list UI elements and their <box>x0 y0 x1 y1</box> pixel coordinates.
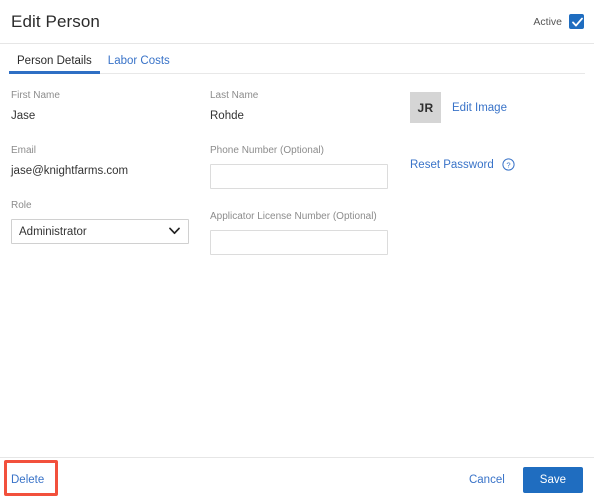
active-label: Active <box>533 15 562 28</box>
save-button[interactable]: Save <box>522 466 583 493</box>
active-checkbox[interactable] <box>569 14 584 29</box>
email-label: Email <box>11 145 37 156</box>
tab-person-details-label: Person Details <box>17 55 92 67</box>
field-email: Email jase@knightfarms.com <box>11 145 197 178</box>
tab-labor-costs[interactable]: Labor Costs <box>100 55 178 74</box>
applicator-license-label: Applicator License Number (Optional) <box>210 211 377 222</box>
form-column-middle: Last Name Rohde Phone Number (Optional) … <box>210 90 396 277</box>
avatar: JR <box>410 92 441 123</box>
dialog-body: First Name Jase Email jase@knightfarms.c… <box>0 74 594 466</box>
last-name-label: Last Name <box>210 90 259 101</box>
help-circle-icon[interactable]: ? <box>502 158 515 171</box>
phone-number-input[interactable] <box>210 164 388 189</box>
role-select-wrap: Administrator <box>11 219 189 244</box>
field-first-name: First Name Jase <box>11 90 197 123</box>
applicator-license-input[interactable] <box>210 230 388 255</box>
tab-person-details[interactable]: Person Details <box>9 55 100 74</box>
email-value: jase@knightfarms.com <box>11 165 129 177</box>
reset-password-row: Reset Password ? <box>410 158 594 171</box>
field-phone-number: Phone Number (Optional) <box>210 145 396 189</box>
reset-password-link[interactable]: Reset Password <box>410 159 494 171</box>
delete-button[interactable]: Delete <box>11 474 44 486</box>
form-column-right: JR Edit Image Reset Password ? <box>410 90 594 171</box>
page-title: Edit Person <box>11 11 100 31</box>
svg-text:?: ? <box>506 160 510 169</box>
first-name-value: Jase <box>11 110 36 122</box>
active-toggle-group: Active <box>533 14 584 29</box>
role-selected-value: Administrator <box>19 225 87 238</box>
form-column-left: First Name Jase Email jase@knightfarms.c… <box>11 90 197 266</box>
phone-number-label: Phone Number (Optional) <box>210 145 324 156</box>
tab-labor-costs-label: Labor Costs <box>107 55 170 67</box>
avatar-row: JR Edit Image <box>410 92 594 123</box>
field-applicator-license: Applicator License Number (Optional) <box>210 211 396 255</box>
cancel-button[interactable]: Cancel <box>469 474 505 486</box>
field-last-name: Last Name Rohde <box>210 90 396 123</box>
check-icon <box>572 17 583 27</box>
field-role: Role Administrator <box>11 200 197 244</box>
dialog-header: Edit Person Active <box>0 0 594 44</box>
footer-actions: Cancel Save <box>469 466 583 493</box>
role-label: Role <box>11 200 32 211</box>
edit-person-dialog: Edit Person Active Person Details Labor … <box>0 0 594 501</box>
first-name-label: First Name <box>11 90 60 101</box>
dialog-footer: Delete Cancel Save <box>0 457 594 501</box>
role-select[interactable]: Administrator <box>11 219 189 244</box>
edit-image-link[interactable]: Edit Image <box>452 102 507 114</box>
last-name-value: Rohde <box>210 110 244 122</box>
tab-bar: Person Details Labor Costs <box>0 44 594 74</box>
